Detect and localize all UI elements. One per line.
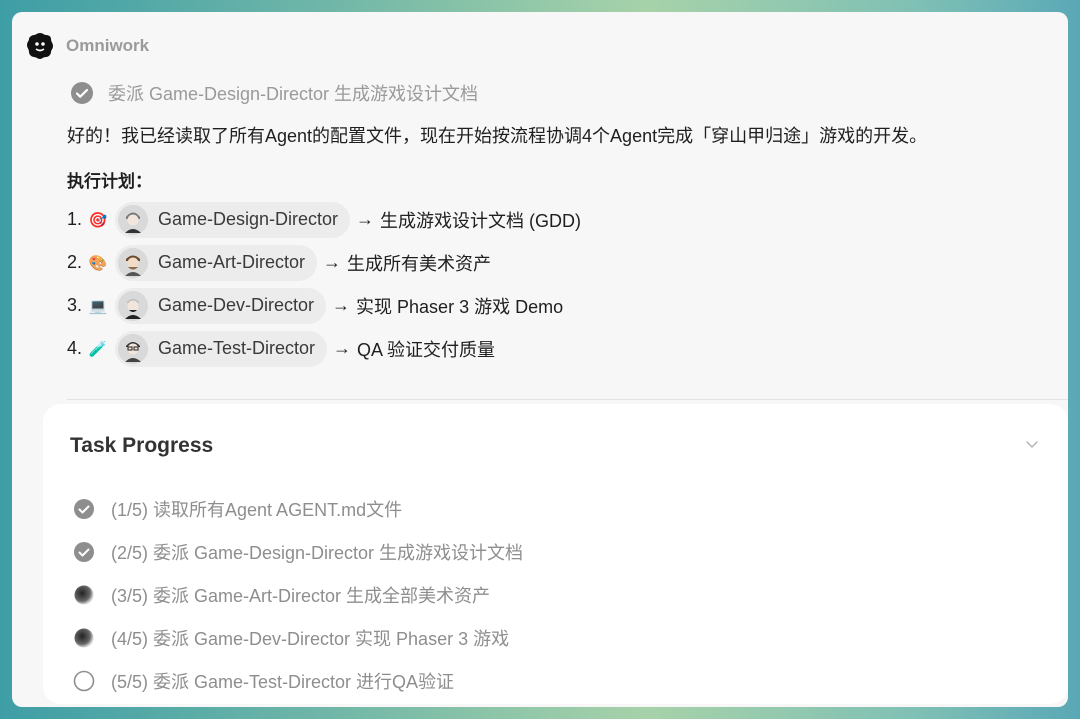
chevron-down-icon[interactable]	[1024, 436, 1040, 452]
task-item: (1/5) 读取所有Agent AGENT.md文件	[73, 487, 523, 530]
palette-icon: 🎨	[88, 254, 108, 272]
app-header: Omniwork	[24, 30, 149, 62]
plan-item-task: QA 验证交付质量	[357, 339, 496, 360]
task-item-text: (3/5) 委派 Game-Art-Director 生成全部美术资产	[111, 585, 491, 606]
plan-item-task: 生成所有美术资产	[347, 253, 492, 274]
avatar	[118, 333, 148, 364]
plan-item-task: 实现 Phaser 3 游戏 Demo	[356, 296, 564, 317]
task-list: (1/5) 读取所有Agent AGENT.md文件 (2/5) 委派 Game…	[73, 487, 523, 702]
agent-chip-game-art-director[interactable]: Game-Art-Director	[115, 244, 318, 281]
task-progress-title: Task Progress	[70, 434, 214, 457]
agent-name: Game-Art-Director	[158, 252, 306, 272]
agent-name: Game-Dev-Director	[158, 295, 315, 315]
task-item: (5/5) 委派 Game-Test-Director 进行QA验证	[73, 659, 523, 702]
task-item-text: (1/5) 读取所有Agent AGENT.md文件	[111, 499, 403, 520]
task-progress-panel: Task Progress (1/5) 读取所有Agent AGENT.md文件…	[43, 404, 1068, 704]
agent-chip-game-test-director[interactable]: Game-Test-Director	[115, 330, 328, 367]
previous-step-text: 委派 Game-Design-Director 生成游戏设计文档	[108, 84, 479, 104]
plan-item-number: 1.	[67, 209, 83, 229]
plan-item-number: 4.	[67, 338, 83, 358]
plan-item: 3. 💻 Game-Dev-Director → 实现 Phaser 3 游戏 …	[67, 284, 581, 327]
check-circle-icon	[71, 82, 93, 104]
task-item: (3/5) 委派 Game-Art-Director 生成全部美术资产	[73, 573, 523, 616]
agent-name: Game-Design-Director	[158, 209, 339, 229]
plan-title: 执行计划：	[67, 172, 152, 191]
plan-item: 1. 🎯 Game-Design-Director → 生成游戏设计文档 (GD…	[67, 198, 581, 241]
task-item: (2/5) 委派 Game-Design-Director 生成游戏设计文档	[73, 530, 523, 573]
agent-name: Game-Test-Director	[158, 338, 316, 358]
task-item-text: (5/5) 委派 Game-Test-Director 进行QA验证	[111, 671, 455, 692]
plan-item: 4. 🧪 Game-Test-Director → QA 验证交付质量	[67, 327, 581, 370]
empty-circle-icon	[73, 670, 95, 691]
previous-step: 委派 Game-Design-Director 生成游戏设计文档	[70, 80, 478, 106]
target-icon: 🎯	[88, 211, 108, 229]
task-item-text: (4/5) 委派 Game-Dev-Director 实现 Phaser 3 游…	[111, 628, 510, 649]
arrow-right-icon: →	[332, 295, 351, 315]
plan-item-number: 3.	[67, 295, 83, 315]
avatar	[118, 290, 148, 321]
check-circle-icon	[74, 541, 94, 562]
agent-chip-game-dev-director[interactable]: Game-Dev-Director	[115, 287, 327, 324]
task-item-text: (2/5) 委派 Game-Design-Director 生成游戏设计文档	[111, 542, 524, 563]
app-window: Omniwork 委派 Game-Design-Director 生成游戏设计文…	[12, 12, 1068, 707]
plan-item-number: 2.	[67, 252, 83, 272]
plan-item-task: 生成游戏设计文档 (GDD)	[380, 210, 582, 231]
test-tube-icon: 🧪	[88, 340, 108, 358]
divider	[67, 399, 1068, 400]
agent-chip-game-design-director[interactable]: Game-Design-Director	[115, 201, 351, 238]
avatar	[118, 204, 148, 235]
plan-item: 2. 🎨 Game-Art-Director → 生成所有美术资产	[67, 241, 581, 284]
arrow-right-icon: →	[323, 252, 342, 272]
arrow-right-icon: →	[333, 338, 352, 358]
arrow-right-icon: →	[356, 209, 375, 229]
assistant-message: 好的！我已经读取了所有Agent的配置文件，现在开始按流程协调4个Agent完成…	[67, 126, 928, 146]
app-name: Omniwork	[66, 36, 150, 55]
task-item: (4/5) 委派 Game-Dev-Director 实现 Phaser 3 游…	[73, 616, 523, 659]
omniwork-logo-icon	[27, 33, 53, 59]
spinner-icon	[74, 585, 94, 604]
avatar	[118, 247, 148, 278]
check-circle-icon	[74, 498, 94, 519]
plan-list: 1. 🎯 Game-Design-Director → 生成游戏设计文档 (GD…	[67, 198, 581, 370]
laptop-icon: 💻	[88, 297, 108, 315]
spinner-icon	[74, 628, 94, 647]
